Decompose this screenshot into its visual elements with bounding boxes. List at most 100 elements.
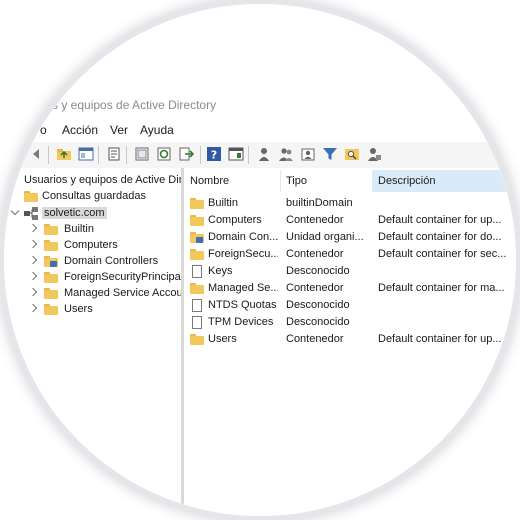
list-row-foreign-security[interactable]: ForeignSecu... Contenedor Default contai… (184, 246, 516, 263)
up-folder-icon[interactable] (56, 146, 72, 162)
show-tree-icon[interactable] (78, 146, 94, 162)
help-icon[interactable]: ? (206, 146, 222, 162)
document-icon (192, 316, 202, 329)
cell-name: NTDS Quotas (208, 299, 277, 311)
chevron-right-icon[interactable] (28, 303, 38, 313)
refresh-icon[interactable] (156, 146, 172, 162)
list-row-tpm-devices[interactable]: TPM Devices Desconocido (184, 314, 516, 331)
cell-type: Contenedor (286, 214, 344, 226)
tree-item-managed-service-accounts[interactable]: Managed Service Accour (4, 285, 181, 302)
tree-item-users[interactable]: Users (4, 301, 181, 318)
menu-file[interactable]: o (40, 123, 47, 137)
chevron-right-icon[interactable] (28, 239, 38, 249)
cell-name: Domain Con... (208, 231, 278, 243)
aduc-window: ...s y equipos de Active Directory o Acc… (4, 4, 516, 516)
list-row-ntds-quotas[interactable]: NTDS Quotas Desconocido (184, 297, 516, 314)
folder-icon (190, 334, 204, 345)
tree-root[interactable]: Usuarios y equipos de Active Dir (4, 172, 181, 189)
cell-type: Desconocido (286, 316, 350, 328)
folder-icon (24, 191, 38, 202)
menu-bar: o Acción Ver Ayuda (4, 120, 516, 142)
tree-item-label: Computers (64, 239, 118, 251)
cell-name: Users (208, 333, 237, 345)
find-icon[interactable] (344, 146, 360, 162)
list-row-domain-controllers[interactable]: Domain Con... Unidad organi... Default c… (184, 229, 516, 246)
users-icon[interactable] (278, 146, 294, 162)
console-icon[interactable] (228, 146, 244, 162)
tree-item-builtin[interactable]: Builtin (4, 221, 181, 238)
export-icon[interactable] (134, 146, 150, 162)
domain-icon (24, 207, 38, 220)
cell-type: builtinDomain (286, 197, 353, 209)
group-icon[interactable] (300, 146, 316, 162)
folder-icon (190, 283, 204, 294)
cell-type: Contenedor (286, 248, 344, 260)
tree-item-label: ForeignSecurityPrincipals (64, 271, 184, 283)
export-list-icon[interactable] (178, 146, 194, 162)
toolbar-separator (248, 146, 249, 164)
user-icon[interactable] (256, 146, 272, 162)
tree-item-domain[interactable]: solvetic.com (4, 205, 108, 222)
tree-item-label: Builtin (64, 223, 94, 235)
tree-item-computers[interactable]: Computers (4, 237, 181, 254)
chevron-right-icon[interactable] (28, 223, 38, 233)
cell-name: Builtin (208, 197, 238, 209)
window-title: ...s y equipos de Active Directory (42, 98, 217, 112)
column-header-label: Tipo (286, 175, 307, 187)
folder-icon (44, 272, 58, 283)
tree-item-domain-controllers[interactable]: Domain Controllers (4, 253, 181, 270)
toolbar-separator (98, 146, 99, 164)
ou-folder-icon (44, 256, 58, 267)
cell-type: Desconocido (286, 299, 350, 311)
delegate-icon[interactable] (366, 146, 382, 162)
tree-item-label: Managed Service Accour (64, 287, 184, 299)
folder-icon (190, 249, 204, 260)
column-header-name[interactable]: Nombre (184, 170, 281, 192)
column-header-type[interactable]: Tipo (280, 170, 373, 192)
column-header-description[interactable]: Descripción (372, 170, 516, 192)
cell-name: ForeignSecu... (208, 248, 278, 260)
list-row-builtin[interactable]: Builtin builtinDomain (184, 195, 516, 212)
circular-frame: ...s y equipos de Active Directory o Acc… (4, 4, 516, 516)
filter-icon[interactable] (322, 146, 338, 162)
folder-icon (44, 240, 58, 251)
toolbar-separator (200, 146, 201, 164)
tree-item-label: Consultas guardadas (42, 190, 146, 202)
list-row-managed-service[interactable]: Managed Se... Contenedor Default contain… (184, 280, 516, 297)
chevron-right-icon[interactable] (28, 287, 38, 297)
cell-name: Managed Se... (208, 282, 278, 294)
cell-name: Keys (208, 265, 233, 277)
menu-view[interactable]: Ver (110, 123, 128, 137)
tree-item-saved-queries[interactable]: Consultas guardadas (4, 188, 181, 205)
folder-icon (190, 198, 204, 209)
document-icon (192, 299, 202, 312)
list-row-users[interactable]: Users Contenedor Default container for u… (184, 331, 516, 348)
list-pane: Nombre Tipo Descripción Builtin builtinD… (184, 168, 516, 516)
cell-name: TPM Devices (208, 316, 274, 328)
copy-icon[interactable] (106, 146, 122, 162)
back-arrow-icon[interactable] (28, 146, 44, 162)
cell-type: Desconocido (286, 265, 350, 277)
chevron-down-icon[interactable] (10, 206, 20, 216)
tree-item-foreign-security-principals[interactable]: ForeignSecurityPrincipals (4, 269, 181, 286)
folder-icon (44, 288, 58, 299)
chevron-right-icon[interactable] (28, 271, 38, 281)
cell-type: Contenedor (286, 282, 344, 294)
svg-text:?: ? (211, 149, 217, 162)
folder-icon (190, 215, 204, 226)
menu-action[interactable]: Acción (62, 123, 98, 137)
cell-description: Default container for sec... (378, 248, 507, 260)
column-header-label: Descripción (378, 175, 436, 187)
tree-item-label: Domain Controllers (64, 255, 159, 267)
chevron-right-icon[interactable] (28, 255, 38, 265)
folder-icon (44, 224, 58, 235)
cell-name: Computers (208, 214, 262, 226)
menu-help[interactable]: Ayuda (140, 123, 174, 137)
cell-description: Default container for do... (378, 231, 502, 243)
toolbar: ? (4, 142, 516, 169)
list-row-keys[interactable]: Keys Desconocido (184, 263, 516, 280)
list-row-computers[interactable]: Computers Contenedor Default container f… (184, 212, 516, 229)
folder-icon (44, 304, 58, 315)
cell-description: Default container for ma... (378, 282, 505, 294)
toolbar-separator (126, 146, 127, 164)
